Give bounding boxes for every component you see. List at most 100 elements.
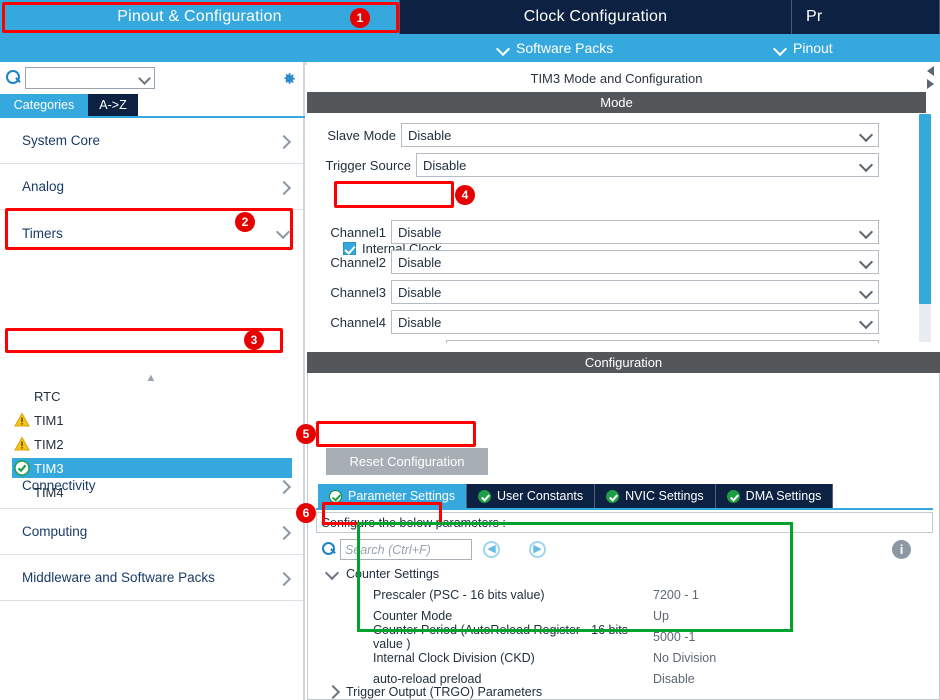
sidebar-search-row [0,62,305,94]
previous-match-button[interactable]: ◀ [483,541,500,558]
secondary-bar: Software Packs Pinout [0,34,940,62]
sidebar-view-tabs: Categories A->Z [0,94,305,116]
param-value: Up [653,608,669,623]
search-input[interactable] [25,67,155,89]
table-row[interactable]: Counter Period (AutoReload Register - 16… [363,623,793,651]
chevron-down-icon [859,129,872,142]
annotation-badge-3: 3 [244,330,264,350]
sidebar-bottom-categories: Connectivity Computing Middleware and So… [0,463,303,601]
next-match-button[interactable]: ▶ [529,541,546,558]
stm32cubemx-window: Pinout & Configuration Clock Configurati… [0,0,940,700]
tab-pinout-configuration[interactable]: Pinout & Configuration [0,0,400,34]
reset-configuration-button[interactable]: Reset Configuration [326,448,488,475]
parameter-search-input[interactable]: Search (Ctrl+F) [340,539,472,560]
check-icon [726,489,740,503]
chevron-down-icon [775,43,786,54]
chevron-down-icon [326,568,338,580]
row-slave-mode: Slave Mode Disable [321,123,879,147]
channel3-select[interactable]: Disable [391,280,879,304]
counter-settings-table: Prescaler (PSC - 16 bits value) 7200 - 1… [363,584,793,689]
channel2-label: Channel2 [330,254,386,270]
search-icon [6,70,21,85]
row-trigger-source: Trigger Source Disable [321,153,879,177]
tab-dma-settings[interactable]: DMA Settings [715,484,834,508]
configuration-tab-underline [316,508,933,510]
tab-nvic-settings-label: NVIC Settings [625,489,704,503]
channel1-label: Channel1 [330,224,386,240]
combined-channels-select[interactable]: Disable [446,340,879,343]
trigger-source-select[interactable]: Disable [416,153,879,177]
warning-icon [14,412,30,427]
sidebar-tab-categories[interactable]: Categories [0,94,88,116]
tab-clock-configuration[interactable]: Clock Configuration [400,0,792,34]
tab-clock-configuration-label: Clock Configuration [523,8,668,25]
chevron-down-icon [277,227,289,239]
main-tab-bar: Pinout & Configuration Clock Configurati… [0,0,940,34]
param-value: 7200 - 1 [653,587,699,602]
warning-icon [14,436,30,451]
sidebar-item-middleware-label: Middleware and Software Packs [22,570,215,585]
row-combined-channels: Combined Channels Disable [321,340,879,343]
sidebar-tab-categories-label: Categories [13,98,75,112]
tab-user-constants[interactable]: User Constants [467,484,596,508]
panel-collapse-arrows[interactable] [927,66,939,96]
mode-scrollbar-thumb[interactable] [919,114,931,304]
slave-mode-select[interactable]: Disable [401,123,879,147]
page-title: TIM3 Mode and Configuration [307,66,926,90]
param-value: 5000 -1 [653,629,696,644]
list-item-rtc[interactable]: RTC [0,386,303,406]
sidebar-item-connectivity[interactable]: Connectivity [0,463,303,509]
chevron-down-icon [498,43,509,54]
row-channel3: Channel3 Disable [321,280,879,304]
chevron-right-icon [277,526,289,538]
sidebar-item-timers[interactable]: Timers [0,210,303,256]
chevron-right-icon [277,480,289,492]
sidebar-item-middleware[interactable]: Middleware and Software Packs [0,555,303,601]
sidebar-tab-a-to-z-label: A->Z [99,98,127,112]
gear-icon[interactable] [280,70,297,87]
configuration-panel: TIM3 Mode and Configuration Mode Slave M… [307,62,940,700]
list-item-tim1[interactable]: TIM1 [0,410,303,430]
sidebar-tab-a-to-z[interactable]: A->Z [88,94,138,116]
tab-nvic-settings[interactable]: NVIC Settings [595,484,716,508]
search-icon [322,542,336,556]
chevron-right-icon [277,572,289,584]
group-counter-settings[interactable]: Counter Settings [326,567,439,581]
group-trigger-output[interactable]: Trigger Output (TRGO) Parameters [326,685,542,699]
tab-parameter-settings-label: Parameter Settings [348,489,455,503]
pinout-menu[interactable]: Pinout [775,40,833,56]
collapse-left-icon[interactable] [927,66,934,76]
channel4-select[interactable]: Disable [391,310,879,334]
annotation-badge-6: 6 [296,503,316,523]
table-row[interactable]: Prescaler (PSC - 16 bits value) 7200 - 1 [363,584,793,605]
chevron-down-icon [859,159,872,172]
slave-mode-label: Slave Mode [327,127,396,143]
tab-dma-settings-label: DMA Settings [745,489,822,503]
param-name: Prescaler (PSC - 16 bits value) [373,587,545,602]
channel1-select[interactable]: Disable [391,220,879,244]
info-icon[interactable]: i [892,540,911,559]
pinout-label: Pinout [793,40,833,56]
chevron-right-icon [277,181,289,193]
parameter-search-placeholder: Search (Ctrl+F) [345,542,431,557]
chevron-right-icon [277,135,289,147]
chevron-down-icon [859,286,872,299]
row-channel4: Channel4 Disable [321,310,879,334]
tab-project-manager[interactable]: Pr [792,0,940,34]
tab-parameter-settings[interactable]: Parameter Settings [318,484,467,508]
sidebar-item-computing[interactable]: Computing [0,509,303,555]
list-item-tim2[interactable]: TIM2 [0,434,303,454]
group-counter-settings-label: Counter Settings [346,567,440,581]
sidebar-item-analog[interactable]: Analog [0,164,303,210]
slave-mode-value: Disable [408,127,452,143]
channel2-select[interactable]: Disable [391,250,879,274]
check-icon [606,489,620,503]
software-packs-menu[interactable]: Software Packs [498,40,613,56]
scroll-up-indicator-icon[interactable]: ▲ [142,371,160,385]
group-trigger-output-label: Trigger Output (TRGO) Parameters [346,685,543,699]
sidebar-item-connectivity-label: Connectivity [22,478,96,493]
sidebar-item-system-core[interactable]: System Core [0,118,303,164]
table-row[interactable]: Internal Clock Division (CKD) No Divisio… [363,647,793,668]
collapse-right-icon[interactable] [927,79,934,89]
channel3-value: Disable [398,284,442,300]
